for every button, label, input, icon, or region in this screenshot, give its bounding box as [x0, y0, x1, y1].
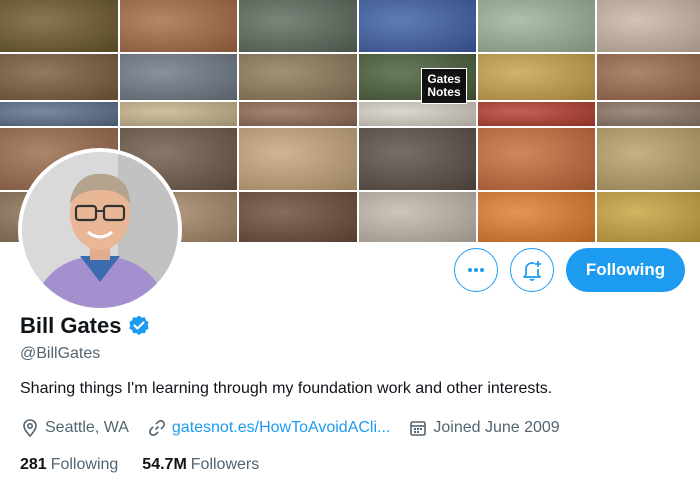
calendar-icon	[410, 421, 427, 436]
banner-photo	[359, 128, 476, 190]
following-stat[interactable]: 281 Following	[20, 456, 118, 474]
banner-photo	[597, 128, 700, 190]
verified-badge-icon[interactable]	[127, 314, 151, 338]
banner-photo	[239, 54, 357, 100]
following-button[interactable]: Following	[566, 248, 685, 292]
bell-plus-icon	[523, 261, 541, 281]
banner-photo	[359, 0, 476, 52]
website-link[interactable]: gatesnot.es/HowToAvoidACli...	[172, 419, 390, 437]
gates-notes-line2: Notes	[427, 85, 461, 99]
banner-photo	[0, 54, 118, 100]
notifications-button[interactable]	[510, 248, 554, 292]
banner-photo	[478, 0, 595, 52]
bio: Sharing things I'm learning through my f…	[20, 380, 553, 397]
avatar[interactable]	[22, 152, 178, 308]
followers-count: 54.7M	[142, 456, 187, 473]
followers-stat[interactable]: 54.7M Followers	[142, 456, 259, 474]
avatar-portrait	[22, 152, 178, 308]
join-date-text: Joined June 2009	[433, 419, 560, 436]
followers-label: Followers	[190, 456, 260, 473]
banner-photo	[597, 192, 700, 242]
gates-notes-logo: Gates Notes	[418, 54, 470, 118]
location-text: Seattle, WA	[45, 419, 129, 436]
banner-photo	[120, 54, 237, 100]
banner-photo	[120, 0, 237, 52]
banner-photo	[239, 102, 357, 126]
banner-photo	[478, 192, 595, 242]
following-label: Following	[50, 456, 119, 473]
banner-photo	[478, 102, 595, 126]
banner-photo	[597, 102, 700, 126]
banner-photo	[597, 54, 700, 100]
website[interactable]: gatesnot.es/HowToAvoidACli...	[147, 418, 390, 438]
location: Seattle, WA	[20, 418, 129, 438]
following-count: 281	[20, 456, 47, 473]
banner-photo	[239, 192, 357, 242]
location-pin-icon	[23, 419, 37, 438]
banner-photo	[120, 102, 237, 126]
banner-photo	[478, 54, 595, 100]
gates-notes-badge: Gates Notes	[421, 68, 467, 104]
banner-photo	[0, 0, 118, 52]
banner-photo	[0, 102, 118, 126]
link-icon	[148, 420, 165, 436]
ellipsis-icon	[468, 268, 484, 272]
handle: @BillGates	[20, 345, 101, 362]
banner-photo	[359, 192, 476, 242]
banner-photo	[239, 128, 357, 190]
name-row: Bill Gates	[20, 313, 151, 339]
profile-meta: Seattle, WA gatesnot.es/HowToAvoidACli..…	[20, 418, 578, 438]
banner-photo	[239, 0, 357, 52]
banner-photo	[597, 0, 700, 52]
profile-stats: 281 Following 54.7M Followers	[20, 456, 283, 474]
join-date: Joined June 2009	[408, 418, 560, 438]
banner-photo	[478, 128, 595, 190]
display-name: Bill Gates	[20, 313, 122, 338]
more-options-button[interactable]	[454, 248, 498, 292]
